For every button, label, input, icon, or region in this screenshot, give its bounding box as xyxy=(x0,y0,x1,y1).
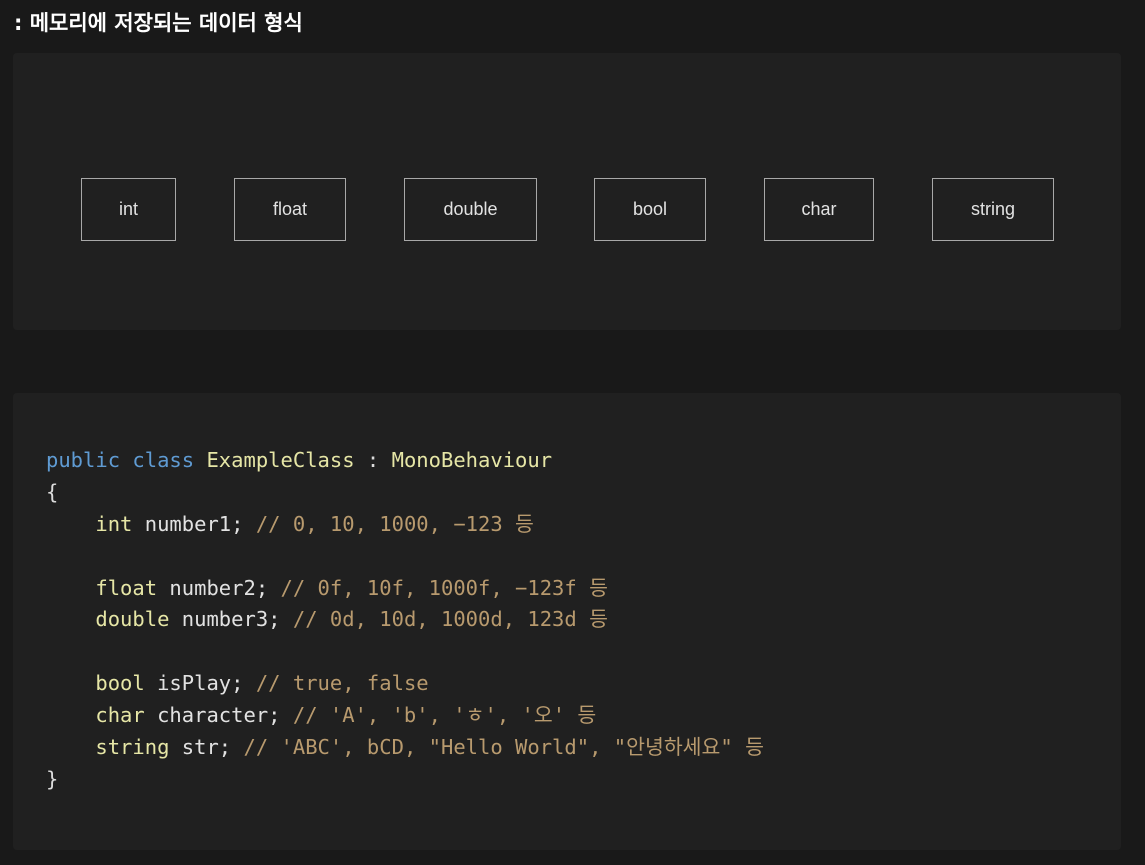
type-box-bool: bool xyxy=(594,178,706,241)
field-line-float: float number2; // 0f, 10f, 1000f, −123f … xyxy=(46,573,764,605)
open-brace-line: { xyxy=(46,477,764,509)
field-type: string xyxy=(95,735,170,760)
field-type: float xyxy=(95,575,158,600)
class-name: ExampleClass xyxy=(206,448,355,472)
field-name: str; xyxy=(169,735,232,760)
field-comment: // 0, 10, 1000, −123 등 xyxy=(243,511,534,536)
field-comment: // 0f, 10f, 1000f, −123f 등 xyxy=(268,575,608,600)
type-box-char: char xyxy=(764,178,874,241)
close-brace: } xyxy=(46,766,59,791)
field-comment: // 'ABC', bCD, "Hello World", "안녕하세요" 등 xyxy=(231,735,764,760)
type-box-string: string xyxy=(932,178,1054,241)
field-line-string: string str; // 'ABC', bCD, "Hello World"… xyxy=(46,732,764,764)
field-type: double xyxy=(95,607,170,632)
open-brace: { xyxy=(46,479,59,504)
data-types-diagram: int float double bool char string xyxy=(13,53,1121,330)
field-type: int xyxy=(95,511,133,536)
close-brace-line: } xyxy=(46,764,764,796)
field-comment: // true, false xyxy=(243,671,429,696)
section-heading: : 메모리에 저장되는 데이터 형식 xyxy=(14,11,303,35)
field-type: bool xyxy=(95,671,145,696)
base-class-name: MonoBehaviour xyxy=(391,448,553,472)
field-type: char xyxy=(95,703,145,728)
code-block: public class ExampleClass : MonoBehaviou… xyxy=(13,393,1121,850)
field-name: number1; xyxy=(132,511,244,536)
inheritance-colon: : xyxy=(354,448,392,472)
code-content: public class ExampleClass : MonoBehaviou… xyxy=(46,445,764,796)
field-line-char: char character; // 'A', 'b', 'ㅎ', '오' 등 xyxy=(46,700,764,732)
field-line-bool: bool isPlay; // true, false xyxy=(46,668,764,700)
class-declaration-line: public class ExampleClass : MonoBehaviou… xyxy=(46,445,764,477)
keyword-class: class xyxy=(132,448,195,472)
field-comment: // 'A', 'b', 'ㅎ', '오' 등 xyxy=(280,703,597,728)
field-name: number3; xyxy=(169,607,281,632)
field-name: isPlay; xyxy=(144,671,244,696)
type-box-float: float xyxy=(234,178,346,241)
field-name: number2; xyxy=(157,575,269,600)
field-line-int: int number1; // 0, 10, 1000, −123 등 xyxy=(46,509,764,541)
keyword-public: public xyxy=(46,448,121,472)
field-name: character; xyxy=(144,703,281,728)
field-comment: // 0d, 10d, 1000d, 123d 등 xyxy=(280,607,608,632)
type-box-int: int xyxy=(81,178,176,241)
field-line-double: double number3; // 0d, 10d, 1000d, 123d … xyxy=(46,604,764,636)
type-box-double: double xyxy=(404,178,537,241)
